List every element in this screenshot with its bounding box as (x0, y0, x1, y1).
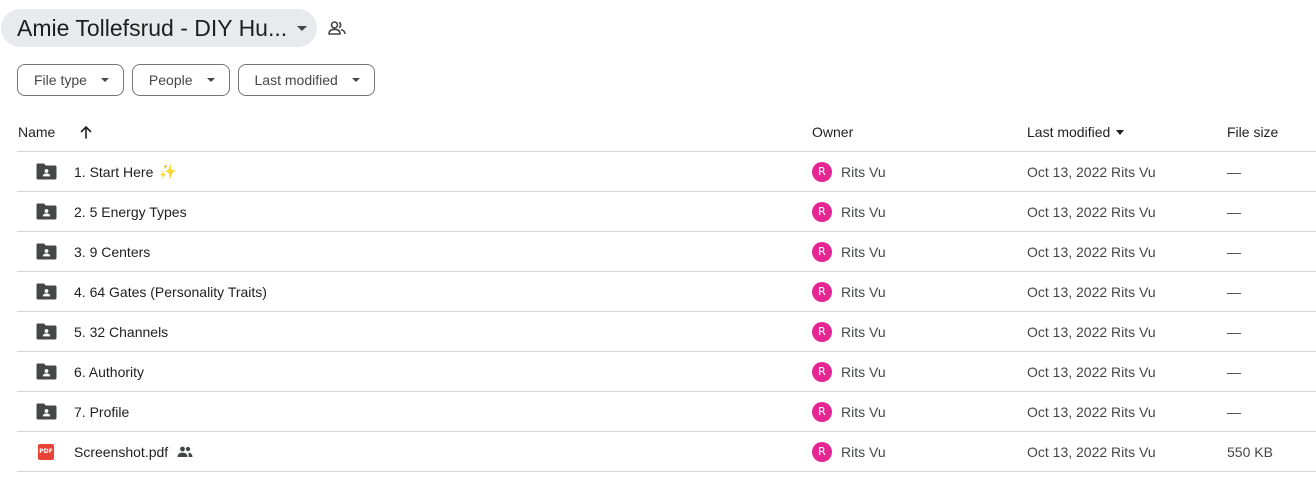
folder-header: Amie Tollefsrud - DIY Hu... (0, 9, 347, 47)
file-name-text: 4. 64 Gates (Personality Traits) (74, 283, 267, 300)
caret-down-icon (100, 78, 109, 82)
folder-title: Amie Tollefsrud - DIY Hu... (17, 14, 288, 41)
shared-people-icon (177, 446, 193, 457)
owner-avatar: R (812, 241, 832, 262)
file-size-column-header[interactable]: File size (1227, 112, 1278, 152)
file-row[interactable]: 2. 5 Energy Types R Rits Vu Oct 13, 2022… (17, 192, 1316, 232)
shared-folder-icon (35, 352, 57, 391)
owner-name: Rits Vu (841, 283, 886, 300)
owner-name: Rits Vu (841, 403, 886, 420)
last-modified-cell: Oct 13, 2022 Rits Vu (1027, 323, 1156, 340)
file-type-filter[interactable]: File type (17, 64, 124, 96)
last-modified-cell: Oct 13, 2022 Rits Vu (1027, 243, 1156, 260)
owner-avatar: R (812, 401, 832, 422)
file-row[interactable]: 7. Profile R Rits Vu Oct 13, 2022 Rits V… (17, 392, 1316, 432)
caret-down-icon (1116, 129, 1125, 135)
last-modified-cell: Oct 13, 2022 Rits Vu (1027, 283, 1156, 300)
shared-folder-icon (35, 392, 57, 431)
file-name-text: 5. 32 Channels (74, 323, 169, 340)
file-row[interactable]: 1. Start Here ✨ R Rits Vu Oct 13, 2022 R… (17, 152, 1316, 192)
file-name-text: 1. Start Here (74, 163, 154, 180)
file-size-cell: — (1227, 243, 1241, 260)
shared-people-icon[interactable] (327, 18, 347, 38)
filter-bar: File type People Last modified (17, 64, 375, 96)
owner-cell: R Rits Vu (812, 152, 886, 191)
shared-folder-icon (35, 312, 57, 351)
file-row[interactable]: PDF Screenshot.pdf R Rits Vu Oct 13, 202… (17, 432, 1316, 472)
file-list-header: Name Owner Last modified File size (17, 112, 1316, 152)
file-row[interactable]: 6. Authority R Rits Vu Oct 13, 2022 Rits… (17, 352, 1316, 392)
last-modified-cell: Oct 13, 2022 Rits Vu (1027, 403, 1156, 420)
owner-name: Rits Vu (841, 323, 886, 340)
owner-cell: R Rits Vu (812, 272, 886, 311)
file-name: 4. 64 Gates (Personality Traits) (74, 272, 267, 311)
owner-avatar: R (812, 201, 832, 222)
file-name-text: 2. 5 Energy Types (74, 203, 187, 220)
owner-cell: R Rits Vu (812, 312, 886, 351)
file-name: 2. 5 Energy Types (74, 192, 187, 231)
shared-folder-icon (35, 232, 57, 271)
pdf-badge-label: PDF (39, 448, 53, 455)
owner-avatar: R (812, 281, 832, 302)
file-name: 3. 9 Centers (74, 232, 150, 271)
file-name: 6. Authority (74, 352, 144, 391)
people-filter[interactable]: People (131, 64, 230, 96)
caret-down-icon (297, 25, 308, 31)
file-size-cell: — (1227, 203, 1241, 220)
sparkles-emoji: ✨ (159, 163, 177, 180)
shared-folder-icon (35, 272, 57, 311)
owner-cell: R Rits Vu (812, 392, 886, 431)
file-size-cell: — (1227, 323, 1241, 340)
owner-name: Rits Vu (841, 203, 886, 220)
file-list: 1. Start Here ✨ R Rits Vu Oct 13, 2022 R… (17, 152, 1316, 472)
file-size-cell: — (1227, 363, 1241, 380)
shared-folder-icon (35, 152, 57, 191)
file-name: 5. 32 Channels (74, 312, 168, 351)
sort-ascending-arrow-icon[interactable] (77, 112, 95, 152)
last-modified-cell: Oct 13, 2022 Rits Vu (1027, 363, 1156, 380)
caret-down-icon (351, 78, 360, 82)
owner-cell: R Rits Vu (812, 352, 886, 391)
file-row[interactable]: 3. 9 Centers R Rits Vu Oct 13, 2022 Rits… (17, 232, 1316, 272)
file-size-cell: — (1227, 163, 1241, 180)
owner-avatar: R (812, 321, 832, 342)
last-modified-label: Last modified (1027, 124, 1111, 140)
last-modified-filter[interactable]: Last modified (237, 64, 375, 96)
caret-down-icon (206, 78, 215, 82)
filter-label: People (148, 72, 193, 88)
file-name: 7. Profile (74, 392, 129, 431)
last-modified-cell: Oct 13, 2022 Rits Vu (1027, 163, 1156, 180)
file-size-cell: 550 KB (1227, 443, 1273, 460)
owner-cell: R Rits Vu (812, 232, 886, 271)
file-name-text: Screenshot.pdf (74, 443, 169, 460)
pdf-icon: PDF (35, 432, 57, 471)
last-modified-cell: Oct 13, 2022 Rits Vu (1027, 203, 1156, 220)
owner-avatar: R (812, 361, 832, 382)
file-row[interactable]: 5. 32 Channels R Rits Vu Oct 13, 2022 Ri… (17, 312, 1316, 352)
owner-cell: R Rits Vu (812, 432, 886, 471)
owner-name: Rits Vu (841, 443, 886, 460)
owner-name: Rits Vu (841, 163, 886, 180)
name-column-header[interactable]: Name (18, 112, 55, 152)
last-modified-column-header[interactable]: Last modified (1027, 112, 1125, 152)
shared-folder-icon (35, 192, 57, 231)
file-name: 1. Start Here ✨ (74, 152, 177, 191)
owner-name: Rits Vu (841, 363, 886, 380)
file-name-text: 3. 9 Centers (74, 243, 151, 260)
file-size-cell: — (1227, 283, 1241, 300)
owner-column-header[interactable]: Owner (812, 112, 853, 152)
owner-cell: R Rits Vu (812, 192, 886, 231)
file-row[interactable]: 4. 64 Gates (Personality Traits) R Rits … (17, 272, 1316, 312)
file-name: Screenshot.pdf (74, 432, 193, 471)
file-size-cell: — (1227, 403, 1241, 420)
filter-label: Last modified (254, 72, 338, 88)
owner-avatar: R (812, 161, 832, 182)
owner-avatar: R (812, 441, 832, 462)
last-modified-cell: Oct 13, 2022 Rits Vu (1027, 443, 1156, 460)
folder-title-button[interactable]: Amie Tollefsrud - DIY Hu... (1, 9, 318, 47)
file-name-text: 6. Authority (74, 363, 145, 380)
file-name-text: 7. Profile (74, 403, 130, 420)
filter-label: File type (34, 72, 87, 88)
owner-name: Rits Vu (841, 243, 886, 260)
